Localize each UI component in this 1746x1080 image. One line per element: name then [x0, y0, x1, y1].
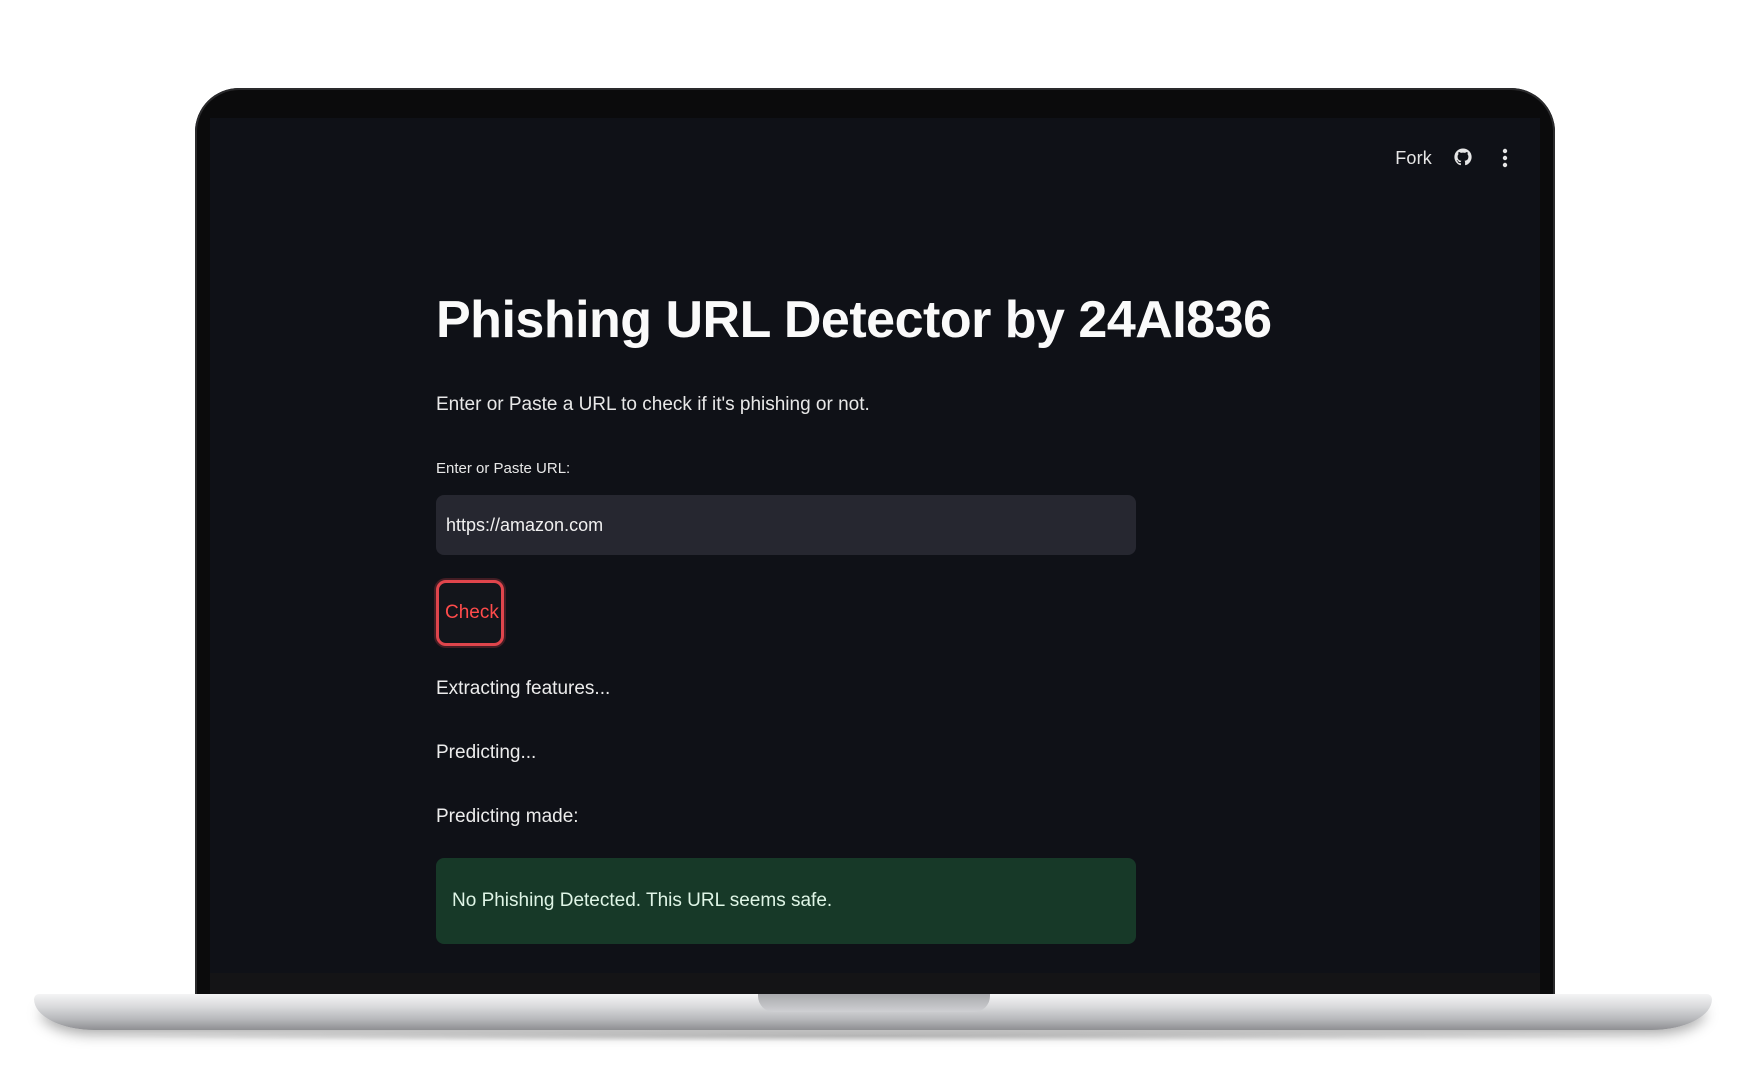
- fork-link[interactable]: Fork: [1395, 148, 1432, 169]
- url-input[interactable]: [436, 495, 1136, 555]
- top-toolbar: Fork: [1395, 146, 1516, 170]
- laptop-shadow: [60, 1030, 1686, 1042]
- app-screen: Fork Phishing URL Detector by 24AI836 En…: [210, 118, 1540, 973]
- success-alert-text: No Phishing Detected. This URL seems saf…: [452, 890, 833, 911]
- page-subtitle: Enter or Paste a URL to check if it's ph…: [436, 394, 870, 415]
- github-icon[interactable]: [1452, 146, 1474, 170]
- laptop-mockup: Fork Phishing URL Detector by 24AI836 En…: [0, 0, 1746, 1080]
- laptop-notch: [758, 994, 990, 1012]
- page-title: Phishing URL Detector by 24AI836: [436, 291, 1272, 349]
- status-predicting: Predicting...: [436, 742, 537, 763]
- check-button[interactable]: Check: [436, 580, 504, 646]
- status-prediction-made: Predicting made:: [436, 806, 579, 827]
- success-alert: No Phishing Detected. This URL seems saf…: [436, 858, 1136, 944]
- status-extracting: Extracting features...: [436, 678, 611, 699]
- more-vertical-icon[interactable]: [1494, 146, 1516, 170]
- url-input-label: Enter or Paste URL:: [436, 460, 571, 477]
